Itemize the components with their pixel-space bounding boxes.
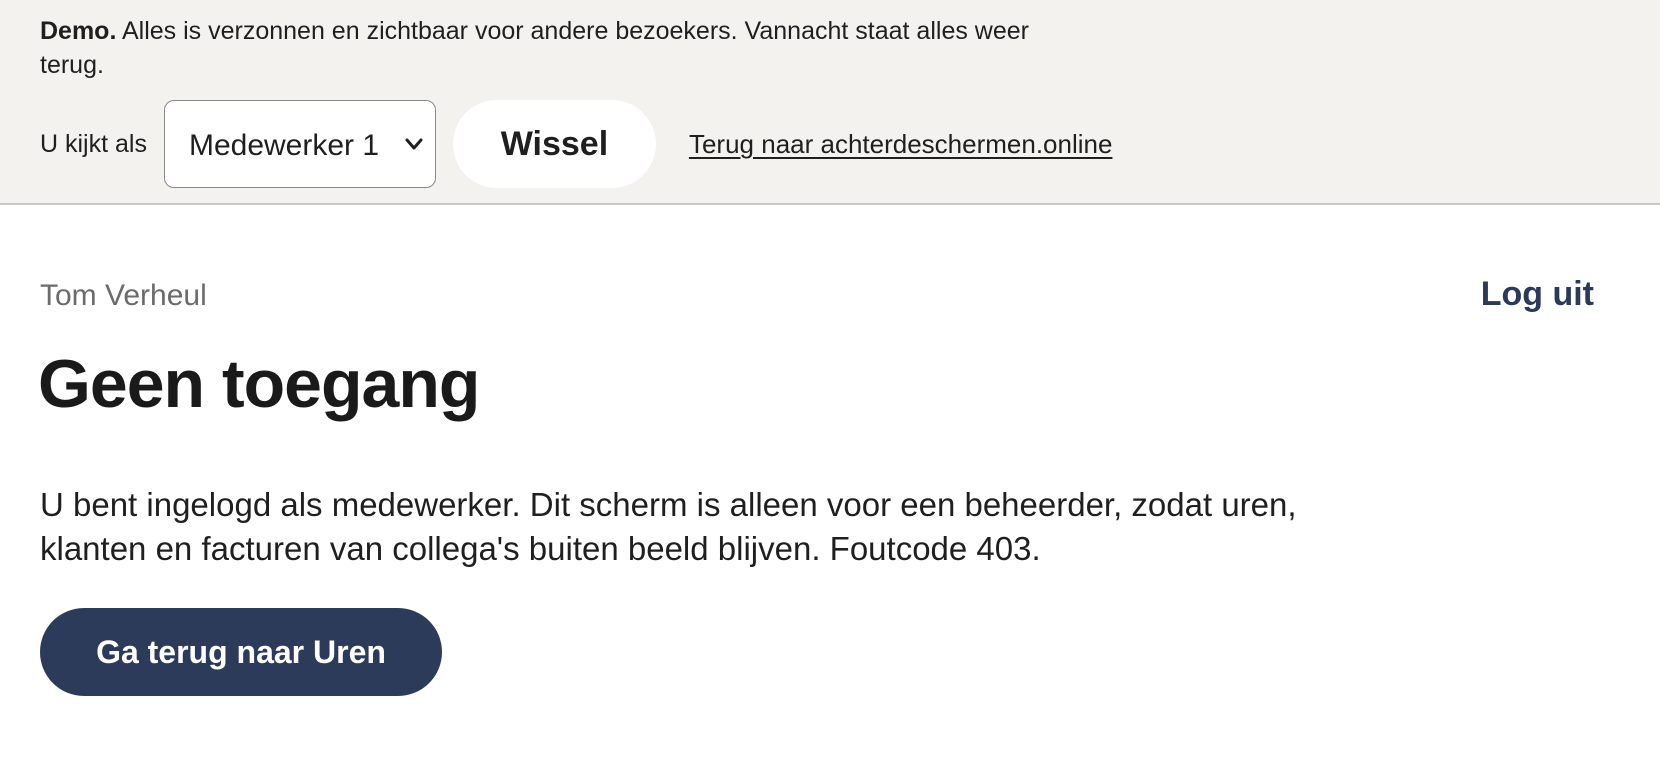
viewer-label: U kijkt als <box>40 129 147 158</box>
page-title: Geen toegang <box>38 346 480 422</box>
access-denied-message: U bent ingelogd als medewerker. Dit sche… <box>40 486 1297 567</box>
role-select[interactable]: Medewerker 1 <box>163 100 436 188</box>
demo-label: Demo. <box>40 17 117 45</box>
switch-button[interactable]: Wissel <box>452 100 656 188</box>
demo-notice: Demo. Alles is verzonnen en zichtbaar vo… <box>40 14 1080 82</box>
back-to-hours-button[interactable]: Ga terug naar Uren <box>40 608 442 696</box>
logout-link[interactable]: Log uit <box>1481 275 1594 314</box>
chevron-down-icon <box>405 138 423 150</box>
demo-banner: Demo. Alles is verzonnen en zichtbaar vo… <box>0 0 1660 205</box>
role-select-value: Medewerker 1 <box>188 129 380 162</box>
back-to-site-link[interactable]: Terug naar achterdeschermen.online <box>689 129 1112 160</box>
demo-message: Alles is verzonnen en zichtbaar voor and… <box>40 17 1029 79</box>
role-switcher: U kijkt als Medewerker 1 Wissel Terug na… <box>40 100 1112 188</box>
user-name: Tom Verheul <box>40 279 207 312</box>
